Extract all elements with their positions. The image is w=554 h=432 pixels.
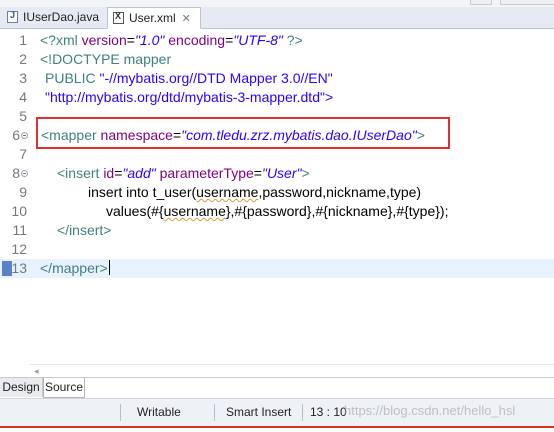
line-number: 10 xyxy=(11,203,27,219)
status-separator xyxy=(302,404,303,421)
code-line: 11 </insert> xyxy=(0,221,554,240)
status-writable: Writable xyxy=(137,405,181,419)
code-text: </mapper> xyxy=(40,260,110,276)
code-line: 10 values(#{username},#{password},#{nick… xyxy=(0,202,554,221)
code-text: PUBLIC "-//mybatis.org//DTD Mapper 3.0//… xyxy=(45,70,333,86)
tab-iuserdao-java[interactable]: IUserDao.java xyxy=(2,7,106,27)
bottom-border xyxy=(0,426,554,432)
editor-tab-bar: IUserDao.java User.xml ✕ xyxy=(0,7,554,29)
line-number: 9 xyxy=(19,184,27,200)
toolbar-control[interactable] xyxy=(500,0,554,5)
fold-toggle-icon[interactable] xyxy=(21,132,28,139)
line-number: 1 xyxy=(19,32,27,48)
line-number: 5 xyxy=(19,108,27,124)
code-line: 3 PUBLIC "-//mybatis.org//DTD Mapper 3.0… xyxy=(0,69,554,88)
tab-label: User.xml xyxy=(129,11,176,25)
toolbar-strip xyxy=(0,0,554,7)
line-number: 6 xyxy=(12,127,20,143)
close-icon[interactable]: ✕ xyxy=(182,12,191,25)
xml-source-editor[interactable]: 1 <?xml version="1.0" encoding="UTF-8" ?… xyxy=(0,29,554,364)
line-number: 3 xyxy=(19,70,27,86)
tab-design[interactable]: Design xyxy=(0,378,43,397)
code-text: <insert id="add" parameterType="User"> xyxy=(57,165,310,181)
code-text: values(#{username},#{password},#{nicknam… xyxy=(106,203,449,219)
line-number: 4 xyxy=(19,89,27,105)
highlight-annotation-box xyxy=(36,117,450,149)
tab-source[interactable]: Source xyxy=(43,378,85,398)
toolbar-control[interactable] xyxy=(470,0,492,5)
status-separator xyxy=(120,404,121,421)
code-text: <?xml version="1.0" encoding="UTF-8" ?> xyxy=(40,32,303,48)
code-text: </insert> xyxy=(57,222,112,238)
tab-label: IUserDao.java xyxy=(23,10,100,24)
code-line: 8 <insert id="add" parameterType="User"> xyxy=(0,164,554,183)
tab-user-xml[interactable]: User.xml ✕ xyxy=(107,7,201,29)
xml-file-icon xyxy=(113,11,124,24)
code-line: 9 insert into t_user(username,password,n… xyxy=(0,183,554,202)
line-number: 8 xyxy=(12,165,20,181)
status-insert-mode: Smart Insert xyxy=(226,405,292,419)
line-number: 11 xyxy=(12,222,27,238)
line-number: 2 xyxy=(19,51,27,67)
code-text: "http://mybatis.org/dtd/mybatis-3-mapper… xyxy=(45,89,334,105)
fold-toggle-icon[interactable] xyxy=(21,170,28,177)
current-code-line: 13 </mapper> xyxy=(0,259,554,278)
status-cursor-position: 13 : 10 xyxy=(310,405,347,419)
code-text: <!DOCTYPE mapper xyxy=(40,51,172,67)
code-line: 4 "http://mybatis.org/dtd/mybatis-3-mapp… xyxy=(0,88,554,107)
editor-mode-tabs: Design Source xyxy=(0,377,554,398)
status-separator xyxy=(214,404,215,421)
java-file-icon xyxy=(7,10,18,23)
code-text: insert into t_user(username,password,nic… xyxy=(88,184,422,200)
horizontal-scrollbar[interactable]: ◂ xyxy=(30,364,554,378)
code-line: 12 xyxy=(0,240,554,259)
code-line: 1 <?xml version="1.0" encoding="UTF-8" ?… xyxy=(0,31,554,50)
text-caret xyxy=(108,260,110,275)
line-number: 13 xyxy=(11,260,27,276)
line-number: 7 xyxy=(19,146,27,162)
code-line: 2 <!DOCTYPE mapper xyxy=(0,50,554,69)
line-number: 12 xyxy=(11,241,27,257)
watermark-text: https://blog.csdn.net/hello_hsl xyxy=(344,403,516,418)
